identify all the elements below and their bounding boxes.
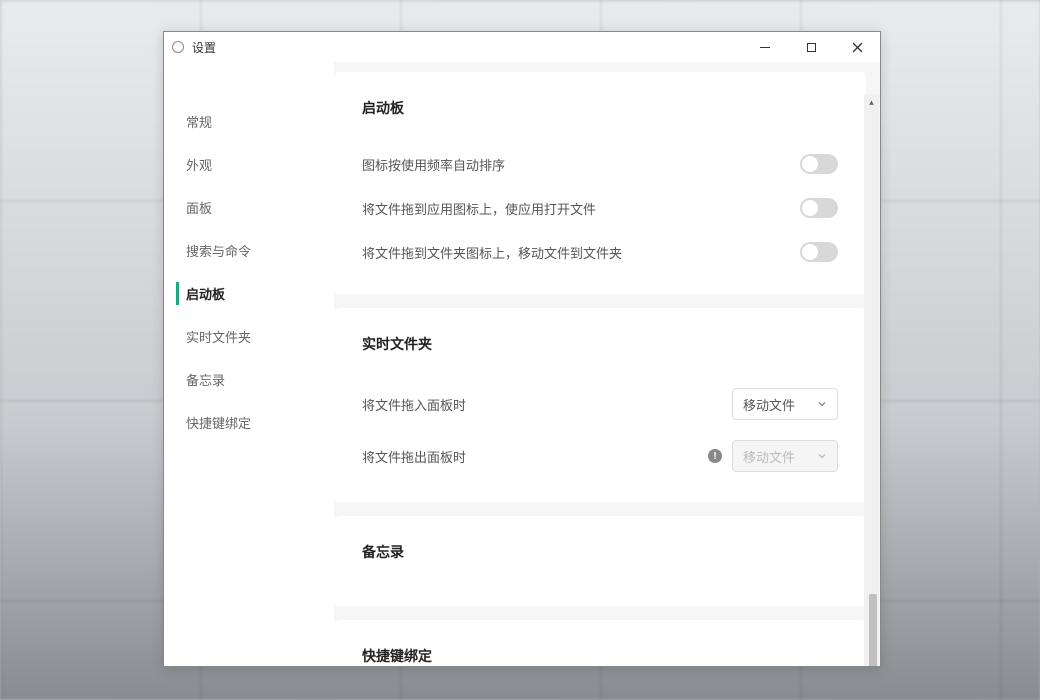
close-button[interactable] [834,32,880,62]
toggle-drag-to-app[interactable] [800,198,838,218]
row-label: 将文件拖到应用图标上，使应用打开文件 [362,199,596,218]
content-area: 启动板 图标按使用频率自动排序 将文件拖到应用图标上，使应用打开文件 将文件拖到… [334,62,880,666]
scroll-up-icon[interactable]: ▴ [864,94,879,110]
chevron-down-icon [817,399,827,409]
maximize-button[interactable] [788,32,834,62]
row-drag-into-panel: 将文件拖入面板时 移动文件 [362,378,838,430]
scrollbar[interactable]: ▴ [864,94,879,666]
titlebar: 设置 [164,32,880,62]
row-drag-to-app: 将文件拖到应用图标上，使应用打开文件 [362,186,838,230]
sidebar-item-hotkeys[interactable]: 快捷键绑定 [164,401,334,444]
scrollbar-thumb[interactable] [869,594,877,666]
window-title: 设置 [192,39,216,56]
settings-window: 设置 常规外观面板搜索与命令启动板实时文件夹备忘录快捷键绑定 启动板 图标按使用… [163,31,881,667]
select-value: 移动文件 [743,395,795,414]
sidebar-item-livefolder[interactable]: 实时文件夹 [164,315,334,358]
app-icon [172,41,184,53]
section-title-memo: 备忘录 [362,542,838,562]
row-label: 将文件拖出面板时 [362,447,466,466]
select-drag-out-action: 移动文件 [732,440,838,472]
row-label: 将文件拖入面板时 [362,395,466,414]
section-memo: 备忘录 [334,516,866,606]
row-drag-to-folder: 将文件拖到文件夹图标上，移动文件到文件夹 [362,230,838,274]
section-title-hotkeys: 快捷键绑定 [362,646,838,666]
row-sort-by-freq: 图标按使用频率自动排序 [362,142,838,186]
section-hotkeys: 快捷键绑定 快速切换应用 ! [334,620,866,666]
row-label: 将文件拖到文件夹图标上，移动文件到文件夹 [362,243,622,262]
info-icon[interactable]: ! [708,449,722,463]
chevron-down-icon [817,451,827,461]
section-title-launchpad: 启动板 [362,98,838,118]
section-launchpad: 启动板 图标按使用频率自动排序 将文件拖到应用图标上，使应用打开文件 将文件拖到… [334,72,866,294]
sidebar-item-appearance[interactable]: 外观 [164,143,334,186]
row-drag-out-panel: 将文件拖出面板时 ! 移动文件 [362,430,838,482]
select-value: 移动文件 [743,447,795,466]
sidebar-item-panel[interactable]: 面板 [164,186,334,229]
sidebar-item-memo[interactable]: 备忘录 [164,358,334,401]
section-livefolder: 实时文件夹 将文件拖入面板时 移动文件 将文件拖出面板时 ! [334,308,866,502]
sidebar-item-search[interactable]: 搜索与命令 [164,229,334,272]
section-title-livefolder: 实时文件夹 [362,334,838,354]
minimize-button[interactable] [742,32,788,62]
select-drag-in-action[interactable]: 移动文件 [732,388,838,420]
sidebar: 常规外观面板搜索与命令启动板实时文件夹备忘录快捷键绑定 [164,62,334,666]
sidebar-item-general[interactable]: 常规 [164,100,334,143]
sidebar-item-launchpad[interactable]: 启动板 [164,272,334,315]
toggle-sort-by-freq[interactable] [800,154,838,174]
row-label: 图标按使用频率自动排序 [362,155,505,174]
window-controls [742,32,880,62]
toggle-drag-to-folder[interactable] [800,242,838,262]
